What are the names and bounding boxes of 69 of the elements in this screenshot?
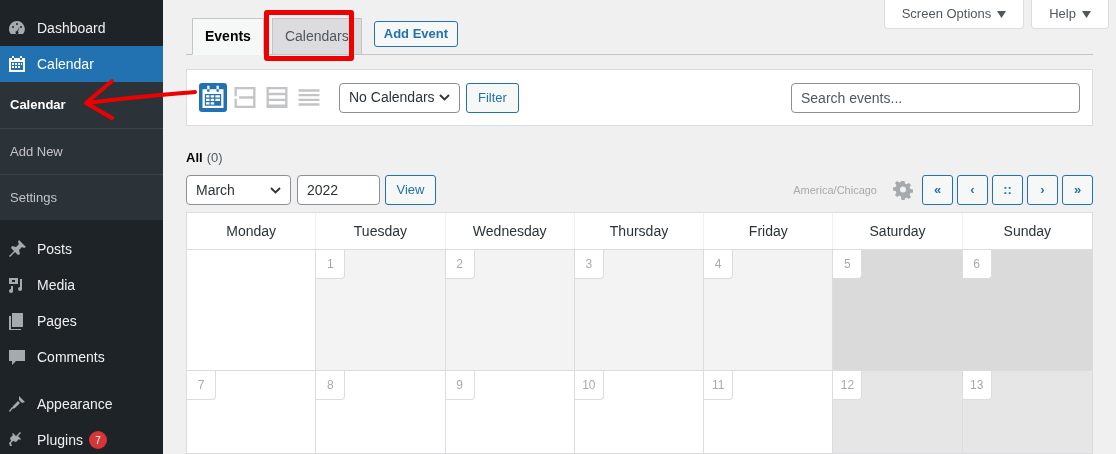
filter-link[interactable]: All	[186, 148, 203, 168]
submenu-item[interactable]: Calendar	[0, 82, 163, 128]
day-number: 4	[704, 250, 734, 279]
menu-icon	[7, 54, 27, 74]
day-number: 8	[316, 371, 346, 400]
menu-label: Pages	[37, 311, 77, 331]
menu-item[interactable]: Comments	[0, 339, 163, 375]
day-number: 10	[574, 371, 604, 400]
menu-item[interactable]: Calendar	[0, 46, 163, 82]
menu-label: Media	[37, 275, 76, 295]
count-text: (0)	[206, 149, 223, 168]
column-header: Thursday	[574, 213, 705, 249]
menu-label: Posts	[37, 239, 72, 259]
year-field[interactable]: 2022	[297, 175, 380, 205]
menu-label: Appearance	[37, 394, 113, 414]
nav-button[interactable]: ›	[1027, 175, 1058, 205]
add-event-button[interactable]: Add Event	[373, 21, 459, 47]
search-field[interactable]: Search events...	[791, 82, 1080, 113]
column-header: Monday	[187, 213, 317, 249]
menu-icon	[7, 347, 27, 367]
day-number: 5	[833, 250, 863, 279]
settings-icon[interactable]	[893, 180, 913, 200]
day-number: 13	[962, 371, 992, 400]
calendar-select[interactable]: No Calendars	[339, 82, 460, 113]
filter-button[interactable]: Filter	[466, 82, 519, 113]
day-number: 1	[316, 250, 346, 279]
timezone-text: America/Chicago	[793, 182, 877, 198]
menu-item[interactable]: Plugins 7	[0, 422, 163, 454]
nav-button[interactable]: «	[922, 175, 953, 205]
menu-label: Comments	[37, 347, 105, 367]
menu-item[interactable]: Pages	[0, 303, 163, 339]
day-number: 6	[962, 250, 992, 279]
menu-icon	[7, 394, 27, 414]
day-number: 9	[445, 371, 475, 400]
submenu-item[interactable]: Settings	[0, 174, 163, 220]
view-button[interactable]: View	[385, 175, 436, 205]
calendar-view-icon[interactable]	[199, 83, 227, 112]
day-number: 11	[704, 371, 734, 400]
count-badge: 7	[88, 431, 107, 449]
day-number: 7	[187, 371, 216, 400]
tab[interactable]: Calendars	[271, 18, 362, 55]
menu-icon	[7, 239, 27, 259]
column-header: Sunday	[1002, 221, 1053, 241]
nav-button[interactable]: ::	[992, 175, 1023, 205]
submenu-item[interactable]: Add New	[0, 128, 163, 174]
menu-label: Plugins	[37, 430, 83, 450]
tab[interactable]: Events	[192, 18, 264, 55]
menu-item[interactable]: Dashboard	[0, 10, 163, 46]
column-header: Friday	[704, 213, 834, 249]
column-header: Saturday	[833, 213, 963, 249]
menu-label: Calendar	[37, 54, 94, 74]
day-number: 2	[445, 250, 475, 279]
screen-meta-button[interactable]: Help	[1031, 0, 1109, 29]
caret-icon	[1081, 10, 1091, 18]
day-number: 12	[833, 371, 863, 400]
screen-meta-button[interactable]: Screen Options	[884, 0, 1024, 29]
month-select[interactable]: March	[186, 175, 291, 205]
nav-button[interactable]: »	[1062, 175, 1093, 205]
nav-button[interactable]: ‹	[957, 175, 988, 205]
day-number: 3	[574, 250, 604, 279]
menu-item[interactable]: Media	[0, 267, 163, 303]
menu-item[interactable]: Appearance	[0, 386, 163, 422]
menu-label: Dashboard	[37, 18, 106, 38]
column-header: Wednesday	[445, 213, 575, 249]
caret-icon	[997, 10, 1007, 18]
chevron-icon	[270, 186, 281, 194]
menu-item[interactable]: Posts	[0, 231, 163, 267]
column-header: Tuesday	[316, 213, 446, 249]
chevron-icon	[439, 94, 450, 101]
